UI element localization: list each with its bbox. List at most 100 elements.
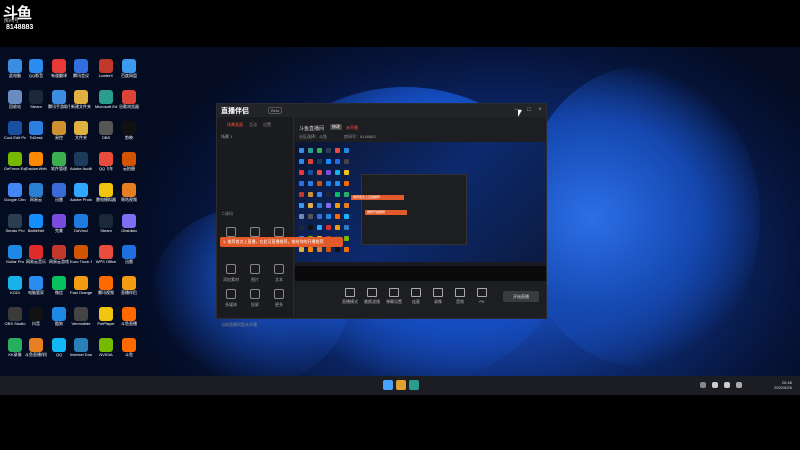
desktop-icon[interactable]: 斗鱼直播 bbox=[118, 307, 140, 337]
desktop-icon[interactable]: QQ影音 bbox=[25, 59, 47, 89]
input-method-icon[interactable] bbox=[736, 382, 742, 388]
desktop-icon-label: 百度网盘 bbox=[121, 73, 137, 78]
room-title[interactable]: 斗鱼直播间 bbox=[299, 125, 324, 132]
desktop-icon[interactable]: Cool Edit Pro bbox=[4, 121, 26, 151]
desktop-icon[interactable]: 腾讯视频 bbox=[95, 276, 117, 306]
hint-banner[interactable]: 1. 推荐首次上直播，在此可直播推荐，推给你的开播推荐 bbox=[220, 237, 343, 247]
desktop-icon[interactable]: Steam bbox=[25, 90, 47, 120]
tool-text[interactable]: 文本 bbox=[269, 264, 289, 286]
desktop-icon[interactable]: Internet Download bbox=[70, 338, 92, 368]
close-icon[interactable]: × bbox=[537, 107, 543, 113]
start-live-button[interactable]: 开始直播 bbox=[503, 291, 539, 302]
desktop-icon[interactable]: TrackerWeb bbox=[25, 152, 47, 182]
app-icon bbox=[29, 152, 43, 166]
desktop-icon[interactable]: 酷狗 bbox=[48, 307, 70, 337]
tool-more[interactable]: 更多 bbox=[269, 289, 289, 311]
desktop-icon[interactable]: 新建文件夹 bbox=[70, 90, 92, 120]
preview-desktop-icon bbox=[308, 159, 313, 164]
volume-icon[interactable] bbox=[724, 382, 730, 388]
desktop-icon[interactable]: 文件夹 bbox=[70, 121, 92, 151]
room-category[interactable]: 分区选择：斗鱼 bbox=[299, 134, 327, 140]
desktop-icon[interactable]: 网易云 bbox=[25, 183, 47, 213]
edge-taskbar-icon[interactable] bbox=[409, 380, 419, 390]
desktop-icon[interactable]: BattleNet bbox=[25, 214, 47, 244]
desktop-icon[interactable]: OBS bbox=[95, 121, 117, 151]
desktop-icon[interactable]: Adobe Audition bbox=[70, 152, 92, 182]
desktop-icon[interactable]: 网易云音乐 bbox=[25, 245, 47, 275]
desktop-icon[interactable]: QQ bbox=[48, 338, 70, 368]
desktop-icon[interactable]: Microsoft Edge bbox=[95, 90, 117, 120]
desktop-icon[interactable]: PotPlayer bbox=[95, 307, 117, 337]
desktop-icon[interactable]: 有道翻译 bbox=[48, 59, 70, 89]
edit-title-button[interactable]: 修改 bbox=[330, 124, 342, 130]
desktop-icon[interactable]: 易控 bbox=[48, 121, 70, 151]
live-mode-button[interactable]: 直播模式 bbox=[341, 288, 359, 305]
desktop-icon[interactable]: LeaferX bbox=[95, 59, 117, 89]
desktop-icon[interactable]: 腾讯会议 bbox=[70, 59, 92, 89]
desktop-icon[interactable]: KK录像 bbox=[4, 338, 26, 368]
app-icon bbox=[99, 90, 113, 104]
clock[interactable]: 20:48 2022/9/26 bbox=[774, 380, 792, 390]
mic-link-button[interactable]: 连麦 bbox=[407, 288, 425, 305]
desktop-icon[interactable]: 完美 bbox=[48, 214, 70, 244]
maximize-icon[interactable]: □ bbox=[526, 107, 532, 113]
sound-effect-button[interactable]: 音效 bbox=[451, 288, 469, 305]
tab-scene[interactable]: 场景画面 bbox=[227, 122, 243, 128]
desktop-icon[interactable]: 谷歌浏览器 bbox=[118, 90, 140, 120]
desktop-icon[interactable]: NVIDIA bbox=[95, 338, 117, 368]
danmaku-button[interactable]: 弹幕设置 bbox=[385, 288, 403, 305]
desktop-icon[interactable]: Adobe Photoshop bbox=[70, 183, 92, 213]
desktop-icon[interactable]: 电脑管家 bbox=[25, 276, 47, 306]
beauty-button[interactable]: 美颜滤镜 bbox=[363, 288, 381, 305]
desktop-icon[interactable]: OBS Studio bbox=[4, 307, 26, 337]
app-titlebar[interactable]: 直播伴侣 Beta — □ × bbox=[217, 104, 546, 117]
desktop-icon[interactable]: GeForce Experience bbox=[4, 152, 26, 182]
record-button[interactable]: 录像 bbox=[429, 288, 447, 305]
desktop-icon[interactable]: WPS Office bbox=[95, 245, 117, 275]
desktop-icon[interactable]: 雷电模拟器 bbox=[95, 183, 117, 213]
desktop-icon[interactable]: 抖音 bbox=[25, 307, 47, 337]
desktop-icon[interactable]: Steam bbox=[95, 214, 117, 244]
preview-desktop-icon bbox=[299, 214, 304, 219]
start-menu-icon[interactable] bbox=[383, 380, 393, 390]
desktop-icon[interactable]: 腾讯手游助手 bbox=[48, 90, 70, 120]
desktop-icon[interactable]: KODI bbox=[4, 276, 26, 306]
streaming-app-taskbar-icon[interactable] bbox=[396, 380, 406, 390]
desktop-icon[interactable]: 咪咕视频 bbox=[118, 183, 140, 213]
desktop-icon[interactable]: 剪映 bbox=[118, 121, 140, 151]
desktop-icon[interactable]: Serato Pro bbox=[4, 214, 26, 244]
tab-settings[interactable]: 设置 bbox=[263, 122, 271, 128]
tool-add-source[interactable]: 添加素材 bbox=[221, 264, 241, 286]
desktop-icon[interactable]: 迅雷 bbox=[118, 245, 140, 275]
desktop-icon[interactable]: Vermintide bbox=[70, 307, 92, 337]
desktop-icon[interactable]: 回收站 bbox=[4, 90, 26, 120]
desktop-icon[interactable]: 网易云游戏 bbox=[48, 245, 70, 275]
pk-button[interactable]: PK bbox=[473, 288, 491, 304]
desktop-icon[interactable]: 百度网盘 bbox=[118, 59, 140, 89]
desktop-icon[interactable]: 斗鱼 bbox=[118, 338, 140, 368]
stream-preview[interactable]: 推荐首次上直播推荐 推荐开播推荐 bbox=[295, 142, 546, 281]
desktop-icon[interactable]: Euro Truck Simulator 2 bbox=[70, 245, 92, 275]
tool-cast[interactable]: 投屏 bbox=[245, 289, 265, 311]
desktop-icon[interactable]: Google Chrome bbox=[4, 183, 26, 213]
tool-media[interactable]: 多媒体 bbox=[221, 289, 241, 311]
scene-row[interactable]: 场景 1 bbox=[221, 134, 232, 140]
tool-image[interactable]: 图片 bbox=[245, 264, 265, 286]
network-icon[interactable] bbox=[712, 382, 718, 388]
desktop-icon[interactable]: 斗鱼直播伴侣 bbox=[25, 338, 47, 368]
desktop-icon[interactable]: 微信 bbox=[48, 276, 70, 306]
desktop-icon-label: KK录像 bbox=[8, 352, 22, 357]
desktop-icon[interactable]: ToDesk bbox=[25, 121, 47, 151]
desktop-icon[interactable]: Obsidian bbox=[118, 214, 140, 244]
desktop-icon[interactable]: 迅雷 bbox=[48, 183, 70, 213]
desktop-icon[interactable]: 直播伴侣 bbox=[118, 276, 140, 306]
desktop-icon[interactable]: 此电脑 bbox=[4, 59, 26, 89]
desktop-icon[interactable]: 软件管理 bbox=[48, 152, 70, 182]
desktop-icon[interactable]: DaVinci bbox=[70, 214, 92, 244]
desktop-icon[interactable]: QQ飞车 bbox=[95, 152, 117, 182]
desktop-icon[interactable]: Fast Orange bbox=[70, 276, 92, 306]
desktop-icon[interactable]: 云拍摄 bbox=[118, 152, 140, 182]
tab-interact[interactable]: 互动 bbox=[249, 122, 257, 128]
tray-chevron-icon[interactable] bbox=[700, 382, 706, 388]
desktop-icon[interactable]: Guitar Pro bbox=[4, 245, 26, 275]
